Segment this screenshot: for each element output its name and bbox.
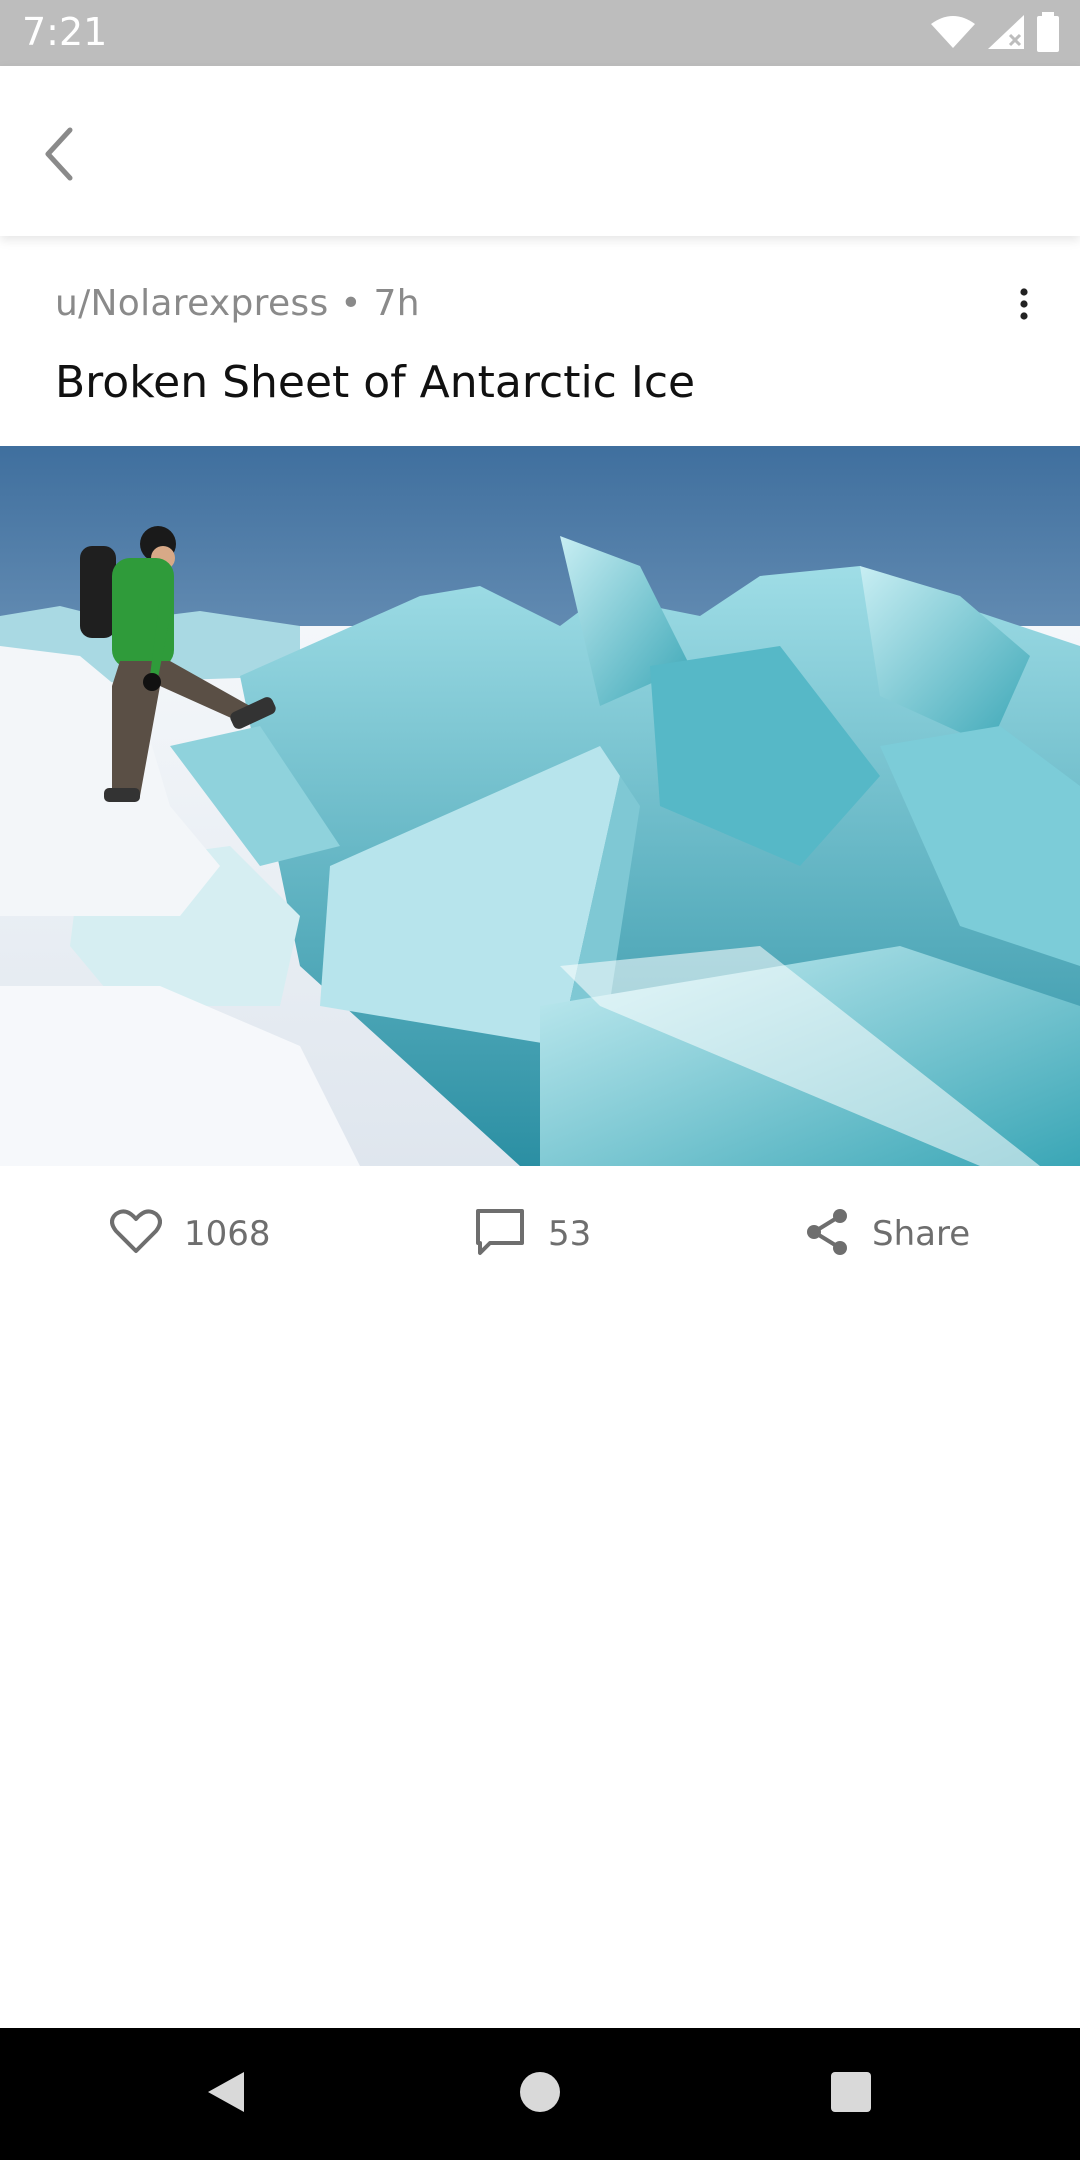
comment-button[interactable]: 53	[474, 1200, 591, 1268]
wifi-icon	[930, 14, 976, 55]
nav-home-button[interactable]	[504, 2058, 576, 2130]
status-time: 7:21	[22, 10, 108, 54]
battery-icon	[1036, 11, 1060, 57]
like-count: 1068	[184, 1214, 271, 1254]
recents-square-icon	[829, 2070, 873, 2119]
post-image[interactable]	[0, 446, 1080, 1166]
app-bar	[0, 66, 1080, 236]
post-title: Broken Sheet of Antarctic Ice	[55, 357, 696, 408]
status-icons	[930, 11, 1060, 57]
post-meta[interactable]: u/Nolarexpress • 7h	[55, 283, 420, 324]
like-button[interactable]: 1068	[110, 1200, 271, 1268]
comment-count: 53	[548, 1214, 592, 1254]
nav-recents-button[interactable]	[815, 2058, 887, 2130]
status-bar: 7:21	[0, 0, 1080, 66]
back-triangle-icon	[204, 2068, 248, 2121]
system-nav-bar	[0, 2028, 1080, 2160]
back-button[interactable]	[28, 116, 88, 196]
share-icon	[804, 1208, 850, 1261]
more-options-button[interactable]	[1000, 282, 1048, 330]
more-vertical-icon	[1018, 287, 1030, 325]
heart-icon	[110, 1208, 162, 1260]
share-label: Share	[872, 1214, 971, 1254]
signal-icon	[986, 13, 1026, 56]
home-circle-icon	[518, 2070, 562, 2119]
comment-icon	[474, 1207, 526, 1262]
share-button[interactable]: Share	[804, 1200, 970, 1268]
chevron-left-icon	[40, 126, 76, 187]
nav-back-button[interactable]	[190, 2058, 262, 2130]
